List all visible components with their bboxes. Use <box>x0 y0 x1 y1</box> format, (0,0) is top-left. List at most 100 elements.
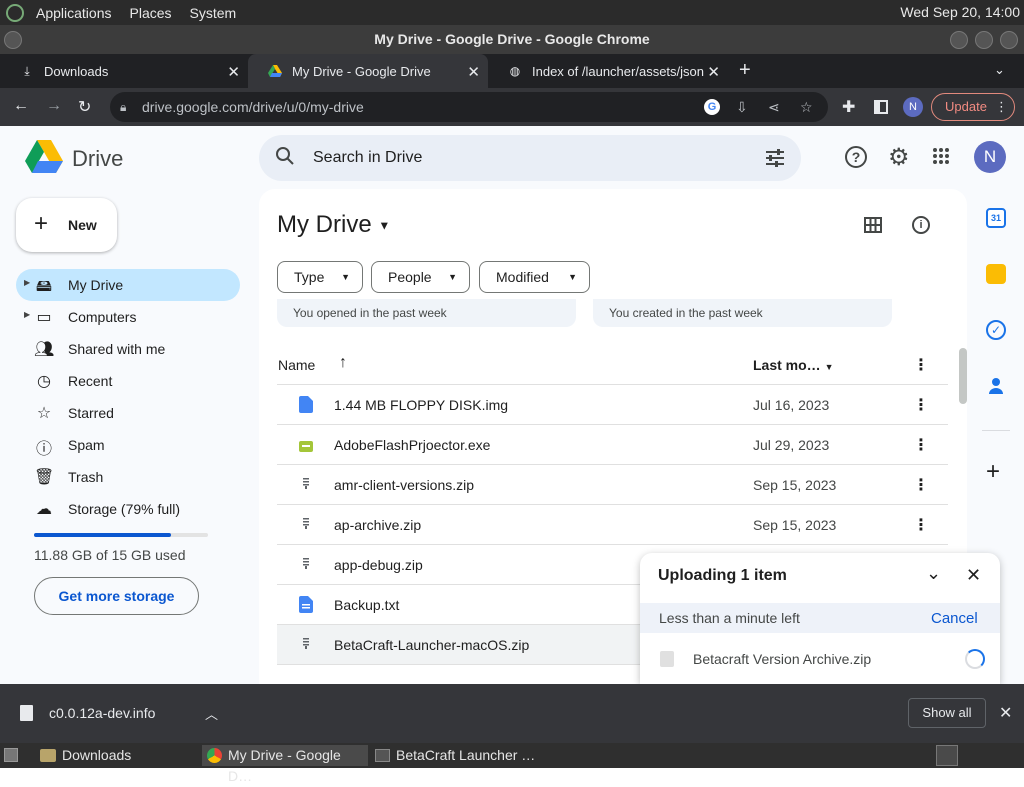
expand-caret-icon[interactable]: ▶ <box>24 278 30 287</box>
cancel-upload-button[interactable]: Cancel <box>931 610 978 627</box>
help-icon[interactable]: ? <box>845 146 867 168</box>
tab-downloads[interactable]: ⤓ Downloads ✕ <box>0 54 248 88</box>
more-vert-icon[interactable]: ⋮ <box>913 475 929 495</box>
suggestion-card[interactable]: You opened in the past week <box>277 299 576 327</box>
account-avatar[interactable]: N <box>974 141 1006 173</box>
applications-menu[interactable]: Applications <box>30 5 118 21</box>
contacts-icon[interactable] <box>986 376 1006 396</box>
file-row[interactable]: ap-archive.zip Sep 15, 2023 ⋮ <box>277 505 948 545</box>
spam-icon: ⓘ <box>35 441 52 458</box>
more-vert-icon[interactable]: ⋮ <box>913 515 929 535</box>
nav-my-drive[interactable]: ▶ 🖴 My Drive <box>16 269 240 301</box>
bookmark-star-icon[interactable]: ☆ <box>800 92 813 122</box>
file-list-header: Name ↑ Last mo… ▼ ⋮ <box>277 344 948 385</box>
nav-label: Computers <box>68 309 137 325</box>
settings-gear-icon[interactable]: ⚙ <box>888 143 910 172</box>
sort-arrow-up-icon[interactable]: ↑ <box>339 354 347 372</box>
filter-type-chip[interactable]: Type ▼ <box>277 261 363 293</box>
system-logo-icon[interactable] <box>6 3 24 22</box>
search-input[interactable]: Search in Drive <box>313 149 422 167</box>
close-tab-icon[interactable]: ✕ <box>467 63 480 81</box>
new-tab-icon[interactable]: + <box>739 59 751 82</box>
tab-search-icon[interactable]: ⌄ <box>994 62 1005 78</box>
tab-my-drive[interactable]: My Drive - Google Drive ✕ <box>248 54 488 88</box>
download-icon: ⤓ <box>24 63 30 78</box>
tray-chrome-icon[interactable] <box>936 745 958 766</box>
show-all-label: Show all <box>922 705 972 720</box>
minimize-button[interactable] <box>950 31 968 49</box>
suggestion-card[interactable]: You created in the past week <box>593 299 892 327</box>
tab-label: Index of /launcher/assets/jsons <box>532 63 704 79</box>
nav-storage[interactable]: ☁ Storage (79% full) <box>16 493 240 525</box>
drive-logo-text[interactable]: Drive <box>72 146 123 172</box>
calendar-icon[interactable]: 31 <box>986 208 1006 228</box>
profile-avatar[interactable]: N <box>903 97 923 117</box>
nav-label: Storage (79% full) <box>68 501 181 517</box>
my-drive-title[interactable]: My Drive ▼ <box>277 211 390 239</box>
search-options-icon[interactable] <box>765 148 785 173</box>
close-tab-icon[interactable]: ✕ <box>227 63 240 81</box>
share-icon[interactable]: ⋖ <box>768 92 780 122</box>
maximize-button[interactable] <box>975 31 993 49</box>
nav-computers[interactable]: ▶ ▭ Computers <box>16 301 240 333</box>
update-button[interactable]: Update ⋮ <box>931 93 1015 121</box>
side-panel-icon[interactable] <box>874 100 888 114</box>
show-all-button[interactable]: Show all <box>908 698 986 728</box>
show-desktop-icon[interactable] <box>4 748 18 762</box>
collapse-chevron-icon[interactable]: ⌄ <box>926 563 941 584</box>
scrollbar[interactable] <box>959 348 967 404</box>
back-icon[interactable]: ← <box>13 97 29 115</box>
nav-trash[interactable]: 🗑︎ Trash <box>16 461 240 493</box>
more-vert-icon[interactable]: ⋮ <box>913 355 929 375</box>
chevron-up-icon[interactable]: ︿ <box>205 704 218 723</box>
taskbar-item-betacraft[interactable]: BetaCraft Launcher … <box>370 745 540 766</box>
lock-icon[interactable]: 🔒︎ <box>120 92 126 122</box>
file-row[interactable]: 1.44 MB FLOPPY DISK.img Jul 16, 2023 ⋮ <box>277 385 948 425</box>
places-menu[interactable]: Places <box>124 5 178 21</box>
name-column-header[interactable]: Name <box>278 357 315 373</box>
details-info-icon[interactable]: i <box>912 216 930 234</box>
forward-icon[interactable]: → <box>46 97 62 115</box>
more-vert-icon[interactable]: ⋮ <box>913 435 929 455</box>
google-lens-icon[interactable]: G <box>704 99 720 115</box>
filter-people-chip[interactable]: People ▼ <box>371 261 470 293</box>
tab-index-launcher[interactable]: ◍ Index of /launcher/assets/jsons ✕ <box>488 54 728 88</box>
nav-starred[interactable]: ☆ Starred <box>16 397 240 429</box>
close-icon[interactable]: ✕ <box>999 703 1012 723</box>
close-icon[interactable]: ✕ <box>966 565 981 586</box>
close-window-button[interactable] <box>1000 31 1018 49</box>
expand-caret-icon[interactable]: ▶ <box>24 310 30 319</box>
extensions-icon[interactable]: ✚ <box>842 97 855 117</box>
upload-spinner-icon <box>965 649 985 669</box>
reload-icon[interactable]: ↻ <box>78 97 91 117</box>
search-icon[interactable] <box>275 146 295 171</box>
install-icon[interactable]: ⇩ <box>736 92 748 122</box>
keep-icon[interactable] <box>986 264 1006 284</box>
nav-shared-with-me[interactable]: 👥︎ Shared with me <box>16 333 240 365</box>
close-tab-icon[interactable]: ✕ <box>707 63 720 81</box>
file-row[interactable]: amr-client-versions.zip Sep 15, 2023 ⋮ <box>277 465 948 505</box>
nav-spam[interactable]: ⓘ Spam <box>16 429 240 461</box>
grid-view-icon[interactable] <box>864 217 882 238</box>
file-row[interactable]: AdobeFlashPrjoector.exe Jul 29, 2023 ⋮ <box>277 425 948 465</box>
tasks-icon[interactable]: ✓ <box>986 320 1006 340</box>
taskbar-item-chrome[interactable]: My Drive - Google D… <box>202 745 368 784</box>
drive-logo-icon[interactable] <box>25 140 63 179</box>
apps-grid-icon[interactable] <box>932 147 950 170</box>
modified-column-header[interactable]: Last mo… ▼ <box>753 357 834 373</box>
new-button[interactable]: + New <box>16 198 117 252</box>
search-bar[interactable]: Search in Drive <box>259 135 801 181</box>
system-menu[interactable]: System <box>184 5 243 21</box>
window-menu-button[interactable] <box>4 31 22 49</box>
download-item-name[interactable]: c0.0.12a-dev.info <box>49 705 155 721</box>
get-addons-plus-icon[interactable]: + <box>986 460 1000 484</box>
nav-label: My Drive <box>68 277 124 293</box>
more-vert-icon[interactable]: ⋮ <box>913 395 929 415</box>
nav-recent[interactable]: ◷ Recent <box>16 365 240 397</box>
taskbar-item-downloads[interactable]: Downloads <box>36 745 198 766</box>
doc-icon <box>299 596 313 613</box>
clock[interactable]: Wed Sep 20, 14:00 <box>900 4 1020 20</box>
address-bar[interactable]: 🔒︎ drive.google.com/drive/u/0/my-drive G… <box>110 92 828 122</box>
filter-modified-chip[interactable]: Modified ▼ <box>479 261 590 293</box>
get-more-storage-button[interactable]: Get more storage <box>34 577 199 615</box>
